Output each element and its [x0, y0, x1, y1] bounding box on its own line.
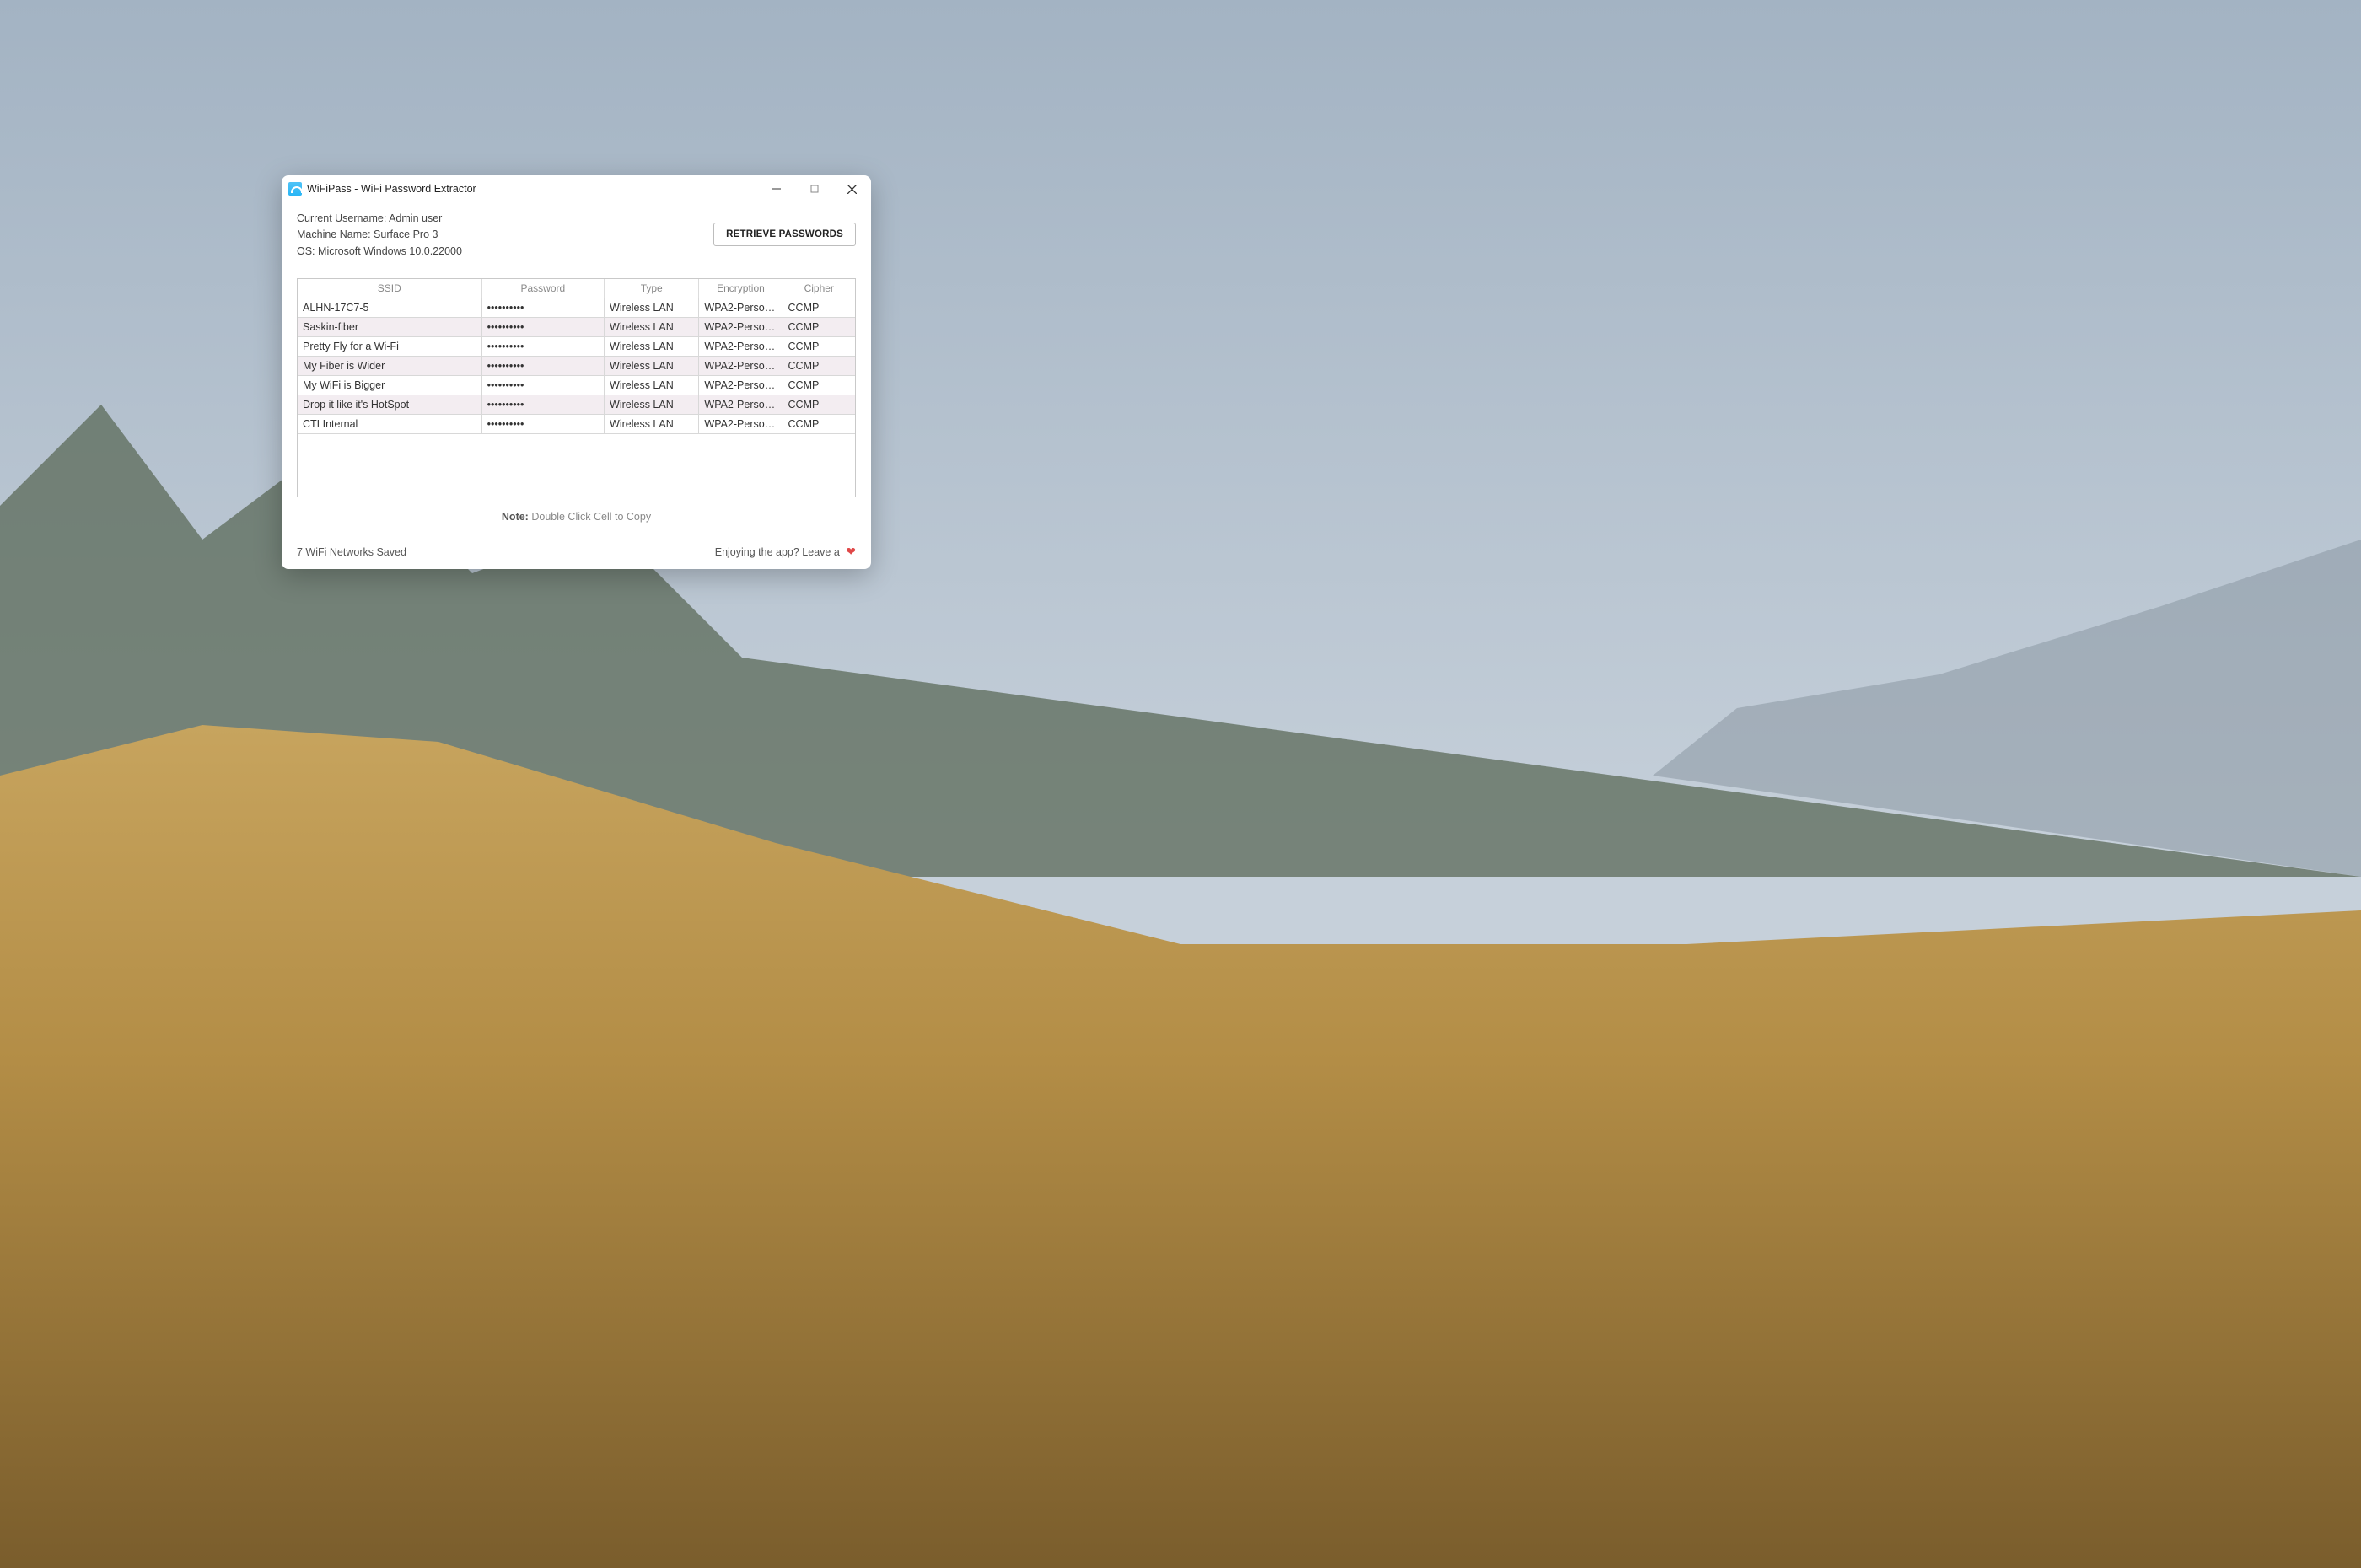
cell-encryption[interactable]: WPA2-Personal — [699, 337, 783, 357]
cell-encryption[interactable]: WPA2-Personal — [699, 415, 783, 434]
minimize-button[interactable] — [757, 175, 795, 202]
col-header-type[interactable]: Type — [605, 279, 699, 298]
cell-cipher[interactable]: CCMP — [783, 415, 855, 434]
cell-password[interactable]: •••••••••• — [481, 395, 604, 415]
table-body: ALHN-17C7-5••••••••••Wireless LANWPA2-Pe… — [298, 298, 855, 434]
col-header-ssid[interactable]: SSID — [298, 279, 481, 298]
window-content: Current Username: Admin user Machine Nam… — [282, 202, 871, 569]
cell-type[interactable]: Wireless LAN — [605, 415, 699, 434]
cell-type[interactable]: Wireless LAN — [605, 376, 699, 395]
cell-encryption[interactable]: WPA2-Personal — [699, 298, 783, 318]
cell-cipher[interactable]: CCMP — [783, 337, 855, 357]
networks-table-container: SSID Password Type Encryption Cipher ALH… — [297, 278, 856, 497]
cell-ssid[interactable]: CTI Internal — [298, 415, 481, 434]
cell-type[interactable]: Wireless LAN — [605, 357, 699, 376]
note-text: Double Click Cell to Copy — [531, 511, 651, 523]
cell-encryption[interactable]: WPA2-Personal — [699, 357, 783, 376]
window-title: WiFiPass - WiFi Password Extractor — [307, 183, 757, 195]
maximize-icon — [810, 185, 819, 193]
heart-icon[interactable]: ❤ — [846, 545, 856, 558]
table-row[interactable]: My Fiber is Wider••••••••••Wireless LANW… — [298, 357, 855, 376]
machine-label: Machine Name: — [297, 228, 371, 240]
machine-value: Surface Pro 3 — [374, 228, 438, 240]
os-label: OS: — [297, 245, 315, 257]
col-header-cipher[interactable]: Cipher — [783, 279, 855, 298]
cell-encryption[interactable]: WPA2-Personal — [699, 318, 783, 337]
app-icon — [288, 182, 302, 196]
table-row[interactable]: CTI Internal••••••••••Wireless LANWPA2-P… — [298, 415, 855, 434]
table-row[interactable]: Pretty Fly for a Wi-Fi••••••••••Wireless… — [298, 337, 855, 357]
cell-cipher[interactable]: CCMP — [783, 395, 855, 415]
cell-type[interactable]: Wireless LAN — [605, 298, 699, 318]
cell-cipher[interactable]: CCMP — [783, 357, 855, 376]
system-info: Current Username: Admin user Machine Nam… — [297, 211, 462, 260]
minimize-icon — [772, 185, 781, 193]
table-row[interactable]: ALHN-17C7-5••••••••••Wireless LANWPA2-Pe… — [298, 298, 855, 318]
table-header-row: SSID Password Type Encryption Cipher — [298, 279, 855, 298]
note: Note: Double Click Cell to Copy — [297, 511, 856, 523]
cell-ssid[interactable]: ALHN-17C7-5 — [298, 298, 481, 318]
cell-ssid[interactable]: Pretty Fly for a Wi-Fi — [298, 337, 481, 357]
close-icon — [847, 185, 857, 194]
cell-ssid[interactable]: Drop it like it's HotSpot — [298, 395, 481, 415]
cell-password[interactable]: •••••••••• — [481, 337, 604, 357]
cell-type[interactable]: Wireless LAN — [605, 318, 699, 337]
cell-cipher[interactable]: CCMP — [783, 376, 855, 395]
cell-ssid[interactable]: Saskin-fiber — [298, 318, 481, 337]
cell-ssid[interactable]: My Fiber is Wider — [298, 357, 481, 376]
username-label: Current Username: — [297, 212, 386, 224]
table-row[interactable]: Drop it like it's HotSpot••••••••••Wirel… — [298, 395, 855, 415]
cell-cipher[interactable]: CCMP — [783, 298, 855, 318]
cell-cipher[interactable]: CCMP — [783, 318, 855, 337]
window-controls — [757, 175, 871, 202]
cell-type[interactable]: Wireless LAN — [605, 337, 699, 357]
table-row[interactable]: Saskin-fiber••••••••••Wireless LANWPA2-P… — [298, 318, 855, 337]
note-label: Note: — [502, 511, 529, 523]
os-value: Microsoft Windows 10.0.22000 — [318, 245, 462, 257]
cell-password[interactable]: •••••••••• — [481, 376, 604, 395]
cell-password[interactable]: •••••••••• — [481, 298, 604, 318]
table-row[interactable]: My WiFi is Bigger••••••••••Wireless LANW… — [298, 376, 855, 395]
cell-password[interactable]: •••••••••• — [481, 357, 604, 376]
titlebar[interactable]: WiFiPass - WiFi Password Extractor — [282, 175, 871, 202]
cell-encryption[interactable]: WPA2-Personal — [699, 376, 783, 395]
app-window: WiFiPass - WiFi Password Extractor Curre… — [282, 175, 871, 569]
username-value: Admin user — [389, 212, 442, 224]
enjoy-text: Enjoying the app? Leave a — [715, 546, 840, 558]
cell-ssid[interactable]: My WiFi is Bigger — [298, 376, 481, 395]
cell-encryption[interactable]: WPA2-Personal — [699, 395, 783, 415]
cell-type[interactable]: Wireless LAN — [605, 395, 699, 415]
enjoy-app: Enjoying the app? Leave a ❤ — [715, 545, 856, 559]
col-header-encryption[interactable]: Encryption — [699, 279, 783, 298]
maximize-button[interactable] — [795, 175, 833, 202]
network-count: 7 WiFi Networks Saved — [297, 546, 406, 558]
cell-password[interactable]: •••••••••• — [481, 415, 604, 434]
close-button[interactable] — [833, 175, 871, 202]
cell-password[interactable]: •••••••••• — [481, 318, 604, 337]
col-header-password[interactable]: Password — [481, 279, 604, 298]
networks-table: SSID Password Type Encryption Cipher ALH… — [298, 279, 855, 434]
retrieve-passwords-button[interactable]: RETRIEVE PASSWORDS — [713, 223, 856, 246]
